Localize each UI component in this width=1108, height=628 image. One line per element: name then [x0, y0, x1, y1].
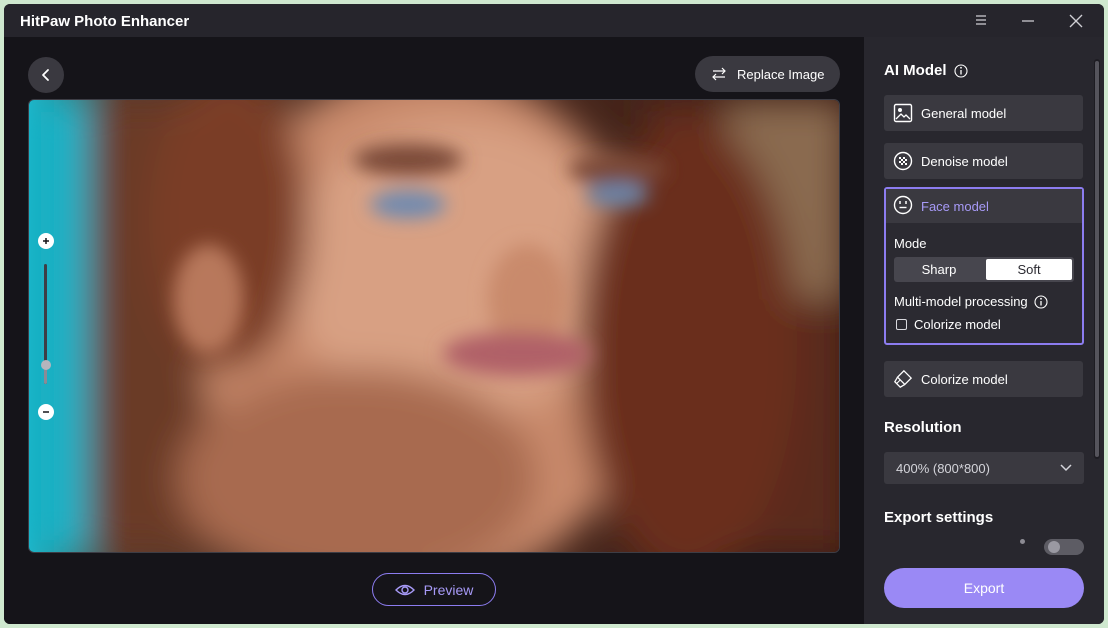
portrait-photo: [29, 100, 839, 552]
title-bar: HitPaw Photo Enhancer: [4, 4, 1104, 37]
resolution-heading: Resolution: [884, 419, 962, 436]
colorize-model-button[interactable]: Colorize model: [884, 361, 1083, 397]
colorize-model-label: Colorize model: [921, 371, 1008, 387]
minimize-icon: [1022, 20, 1034, 22]
colorize-brush-icon: [893, 369, 913, 389]
general-model-button[interactable]: General model: [884, 95, 1083, 131]
info-icon[interactable]: [1034, 294, 1048, 309]
close-icon: [1069, 14, 1083, 28]
back-arrow-icon: [42, 69, 49, 81]
export-settings-title: Export settings: [884, 509, 994, 526]
export-setting-toggle[interactable]: [1044, 539, 1084, 555]
settings-panel: AI Model General model Denoise model Fac…: [864, 37, 1104, 624]
resolution-title: Resolution: [884, 419, 962, 436]
image-icon: [893, 103, 913, 123]
resolution-select[interactable]: 400% (800*800): [884, 452, 1084, 484]
denoise-model-button[interactable]: Denoise model: [884, 143, 1083, 179]
swap-arrows-icon: [712, 67, 726, 81]
app-title: HitPaw Photo Enhancer: [20, 13, 190, 30]
zoom-out-button[interactable]: [38, 404, 54, 420]
zoom-in-icon: [43, 238, 49, 244]
zoom-slider-thumb[interactable]: [41, 360, 51, 370]
image-canvas[interactable]: [28, 99, 840, 553]
main-area: Replace Image Preview: [4, 37, 864, 624]
face-icon: [893, 195, 913, 218]
replace-image-button[interactable]: Replace Image: [695, 56, 840, 92]
resolution-value: 400% (800*800): [896, 460, 990, 476]
face-model-label: Face model: [921, 198, 989, 214]
export-settings-heading: Export settings: [884, 509, 993, 526]
minimize-button[interactable]: [1016, 10, 1040, 32]
face-model-button[interactable]: Face model: [886, 189, 1082, 223]
mode-sharp-option[interactable]: Sharp: [896, 259, 982, 280]
face-model-panel: Face model Mode Sharp Soft Multi-model p…: [884, 187, 1084, 345]
colorize-checkbox-label: Colorize model: [914, 317, 1001, 332]
preview-button[interactable]: Preview: [372, 573, 496, 606]
colorize-checkbox-row[interactable]: Colorize model: [896, 317, 1001, 332]
eye-icon: [394, 584, 415, 595]
export-setting-indicator: [1020, 539, 1025, 544]
preview-label: Preview: [423, 581, 474, 598]
zoom-control: [37, 233, 55, 421]
info-icon[interactable]: [953, 63, 968, 78]
export-button[interactable]: Export: [884, 568, 1084, 608]
ai-model-title: AI Model: [884, 62, 947, 79]
menu-icon: [976, 15, 986, 25]
chevron-down-icon: [1060, 464, 1072, 472]
mode-soft-option[interactable]: Soft: [986, 259, 1072, 280]
zoom-out-icon: [43, 411, 49, 413]
mode-toggle: Sharp Soft: [894, 257, 1074, 282]
app-window: HitPaw Photo Enhancer Replace Image Prev…: [4, 4, 1104, 624]
denoise-icon: [893, 151, 913, 171]
multi-model-label: Multi-model processing: [894, 294, 1028, 309]
ai-model-heading: AI Model: [884, 62, 968, 79]
colorize-checkbox[interactable]: [896, 319, 907, 330]
menu-button[interactable]: [969, 10, 993, 32]
mode-label: Mode: [894, 236, 927, 251]
replace-image-label: Replace Image: [737, 66, 825, 82]
multi-model-heading: Multi-model processing: [894, 294, 1048, 309]
denoise-model-label: Denoise model: [921, 153, 1008, 169]
general-model-label: General model: [921, 105, 1007, 121]
scrollbar-thumb[interactable]: [1095, 61, 1099, 457]
back-button[interactable]: [28, 57, 64, 93]
zoom-in-button[interactable]: [38, 233, 54, 249]
close-button[interactable]: [1064, 10, 1088, 32]
